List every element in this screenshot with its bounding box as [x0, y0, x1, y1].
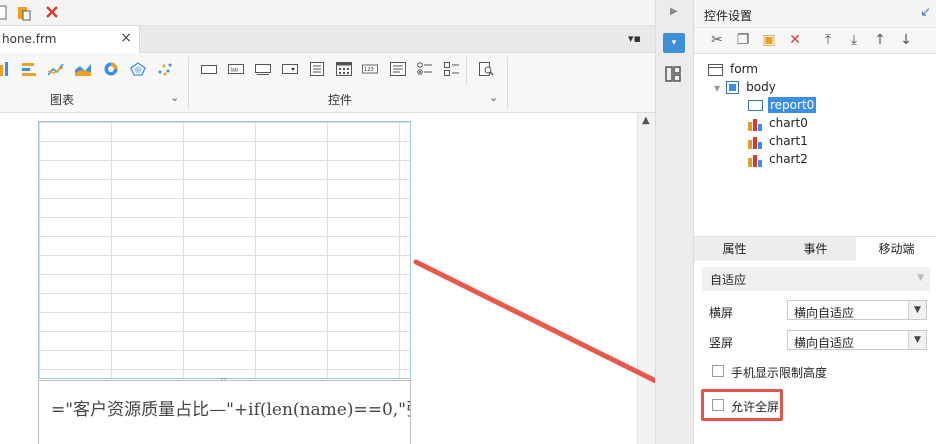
- widget-group-expand-icon[interactable]: ⌄: [489, 91, 498, 104]
- number-widget-icon[interactable]: 123: [362, 62, 378, 76]
- property-tabs: 属性 事件 移动端: [694, 236, 936, 262]
- top-toolbar: [0, 0, 655, 26]
- landscape-label: 横屏: [709, 306, 734, 320]
- tab-form-file[interactable]: hone.frm ×: [0, 26, 140, 53]
- chevron-down-icon[interactable]: ▼: [908, 331, 926, 349]
- formula-text: ="客户资源质量占比—"+if(len(name)==0,"张: [51, 400, 411, 420]
- stacked-bar-icon[interactable]: [22, 62, 38, 76]
- widget-tree: form ▼ body report0 chart0 chart1 chart2: [694, 56, 936, 236]
- expand-icon[interactable]: ▼: [714, 84, 720, 93]
- vertical-scrollbar[interactable]: ▲: [637, 113, 655, 444]
- panel-toolbar: ✂ ❐ ▣ ✕ ⤒ ⤓ ↑ ↓: [694, 28, 936, 54]
- highlight-box: [701, 389, 783, 421]
- radar-chart-icon[interactable]: [130, 62, 146, 76]
- report-icon: [748, 100, 763, 111]
- chart-icon: [748, 118, 762, 131]
- tree-node-form[interactable]: form: [708, 62, 760, 76]
- landscape-value: 横向自适应: [794, 306, 855, 320]
- tab-mobile[interactable]: 移动端: [856, 237, 936, 262]
- chart-group-expand-icon[interactable]: ⌄: [170, 91, 179, 104]
- pie-chart-icon[interactable]: [103, 62, 119, 76]
- svg-text:123: 123: [364, 67, 374, 73]
- form-icon: [708, 63, 723, 76]
- widget-settings-icon[interactable]: ▾: [663, 33, 685, 53]
- chart-icon: [748, 154, 762, 167]
- document-icon[interactable]: [0, 5, 8, 21]
- portrait-label: 竖屏: [709, 336, 734, 350]
- textarea-widget-icon[interactable]: [390, 62, 406, 76]
- landscape-select[interactable]: 横向自适应 ▼: [787, 300, 927, 320]
- ribbon-divider: [466, 57, 467, 85]
- date-widget-icon[interactable]: [336, 62, 352, 76]
- section-collapse-icon[interactable]: ▼: [917, 273, 924, 283]
- radio-group-icon[interactable]: [417, 62, 433, 76]
- tree-node-chart2[interactable]: chart2: [748, 152, 810, 167]
- chevron-down-icon[interactable]: ▼: [908, 301, 926, 319]
- button-widget-icon[interactable]: [201, 62, 217, 76]
- line-chart-icon[interactable]: [48, 62, 64, 76]
- chart-group-label: 图表: [50, 93, 75, 107]
- portrait-value: 横向自适应: [794, 336, 855, 350]
- tab-events[interactable]: 事件: [775, 237, 856, 262]
- tab-close-icon[interactable]: ×: [120, 30, 132, 46]
- formula-cell[interactable]: ="客户资源质量占比—"+if(len(name)==0,"张: [38, 380, 411, 444]
- move-bottom-icon[interactable]: ⤓: [845, 32, 863, 48]
- ribbon-divider: [188, 57, 189, 109]
- list-widget-icon[interactable]: [309, 62, 325, 76]
- tab-attributes[interactable]: 属性: [694, 237, 775, 262]
- layout-icon[interactable]: [665, 66, 681, 82]
- tree-node-report0[interactable]: report0: [748, 97, 817, 113]
- move-up-icon[interactable]: ↑: [871, 32, 889, 48]
- tab-bar: hone.frm × ▾▪: [0, 26, 655, 53]
- portrait-select[interactable]: 横向自适应 ▼: [787, 330, 927, 350]
- ribbon-divider: [507, 57, 508, 109]
- textbox-widget-icon[interactable]: [255, 62, 271, 76]
- limit-height-label: 手机显示限制高度: [731, 366, 828, 380]
- cut-icon[interactable]: ✂: [708, 32, 726, 48]
- area-chart-icon[interactable]: [75, 62, 91, 76]
- paste-icon[interactable]: ▣: [760, 32, 778, 48]
- tree-node-chart0[interactable]: chart0: [748, 116, 810, 131]
- combobox-widget-icon[interactable]: [282, 62, 298, 76]
- report0-widget[interactable]: [38, 121, 411, 379]
- tree-node-chart1[interactable]: chart1: [748, 134, 810, 149]
- copy-icon[interactable]: ❐: [734, 32, 752, 48]
- limit-height-checkbox[interactable]: [712, 365, 724, 377]
- checkbox-group-icon[interactable]: [444, 62, 460, 76]
- scatter-chart-icon[interactable]: [157, 62, 173, 76]
- collapse-panel-icon[interactable]: ▶: [670, 6, 678, 17]
- tab-list-dropdown-icon[interactable]: ▾▪: [628, 32, 641, 45]
- move-down-icon[interactable]: ↓: [897, 32, 915, 48]
- panel-title: 控件设置: [704, 9, 753, 23]
- move-top-icon[interactable]: ⤒: [819, 32, 837, 48]
- tree-node-body[interactable]: ▼ body: [714, 80, 778, 94]
- dock-icon[interactable]: ↙: [920, 5, 931, 20]
- widget-settings-panel: 控件设置 ↙ ✂ ❐ ▣ ✕ ⤒ ⤓ ↑ ↓ form ▼ body report…: [693, 0, 936, 444]
- adaptive-section-header[interactable]: 自适应 ▼: [702, 267, 930, 291]
- scroll-up-icon[interactable]: ▲: [642, 115, 650, 126]
- paste-icon[interactable]: [16, 5, 32, 21]
- section-title: 自适应: [710, 273, 747, 287]
- insert-ribbon: 图表 ⌄ lab 123 控件 ⌄: [0, 53, 655, 113]
- delete-icon[interactable]: ✕: [786, 32, 804, 48]
- label-widget-icon[interactable]: lab: [228, 62, 244, 76]
- tab-title: hone.frm: [2, 32, 57, 46]
- delete-icon[interactable]: [44, 4, 60, 20]
- panel-header: 控件设置 ↙: [694, 0, 936, 28]
- svg-text:lab: lab: [231, 68, 239, 74]
- bar-chart-icon[interactable]: [0, 62, 16, 76]
- chart-icon: [748, 136, 762, 149]
- body-icon: [726, 81, 740, 94]
- widget-group-label: 控件: [328, 93, 353, 107]
- side-tool-strip: ▶ ▾: [656, 0, 693, 444]
- search-widget-icon[interactable]: [478, 62, 494, 76]
